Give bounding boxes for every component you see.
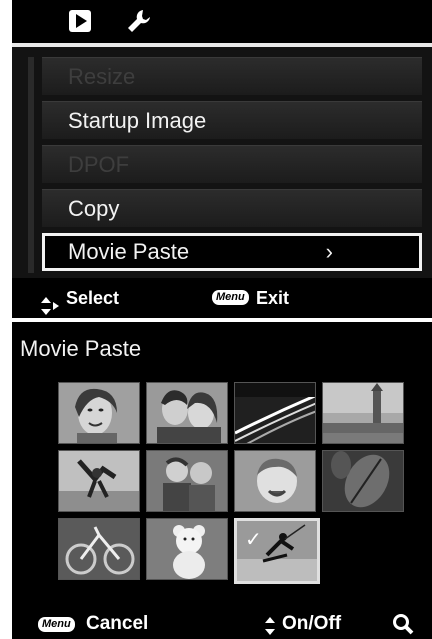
menu-item-startup-image[interactable]: Startup Image (42, 101, 422, 139)
paste-hint-bar: Menu Cancel On/Off (12, 609, 432, 639)
chevron-right-icon: › (325, 239, 333, 264)
thumbnail-bicycle[interactable] (58, 518, 140, 580)
movie-paste-screen: Movie Paste ✓ Menu Cancel On/Off (12, 322, 432, 639)
onoff-hint: On/Off (282, 613, 342, 634)
thumbnail-night-highway[interactable] (234, 382, 316, 444)
thumbnail-couple[interactable] (146, 382, 228, 444)
menu-item-label: DPOF (68, 152, 130, 177)
thumbnail-leaves[interactable] (322, 450, 404, 512)
page-title: Movie Paste (20, 336, 142, 361)
thumbnail-kite-surfer-selected[interactable]: ✓ (234, 518, 320, 584)
thumbnail-woman-portrait[interactable] (58, 382, 140, 444)
play-icon[interactable] (68, 9, 92, 38)
zoom-magnifier-icon[interactable] (392, 613, 414, 639)
menu-hint-bar: Select Menu Exit (12, 278, 432, 318)
thumbnail-two-children[interactable] (146, 450, 228, 512)
exit-hint: Exit (256, 288, 290, 308)
menu-item-label: Movie Paste (68, 239, 190, 264)
thumbnail-big-ben[interactable] (322, 382, 404, 444)
menu-item-label: Startup Image (68, 108, 207, 133)
updown-arrow-icon (264, 615, 276, 639)
cancel-hint: Cancel (86, 613, 149, 634)
menu-item-movie-paste[interactable]: Movie Paste › (42, 233, 422, 271)
thumbnail-beach-jump[interactable] (58, 450, 140, 512)
menu-item-resize: Resize (42, 57, 422, 95)
wrench-icon[interactable] (126, 8, 152, 39)
menu-button-badge: Menu (212, 290, 249, 305)
menu-tab-bar (12, 0, 432, 44)
menu-item-copy[interactable]: Copy (42, 189, 422, 227)
select-hint: Select (66, 288, 120, 308)
menu-item-label: Resize (68, 64, 136, 89)
menu-button-badge: Menu (38, 617, 75, 632)
menu-item-dpof: DPOF (42, 145, 422, 183)
scrollbar[interactable] (28, 57, 34, 273)
check-mark-icon: ✓ (245, 529, 262, 551)
thumbnail-teddy-bear[interactable] (146, 518, 228, 580)
thumbnail-crying-baby[interactable] (234, 450, 316, 512)
menu-list: Resize Startup Image DPOF Copy Movie Pas… (12, 47, 432, 278)
camera-menu-screen: Resize Startup Image DPOF Copy Movie Pas… (12, 0, 432, 318)
menu-item-label: Copy (68, 196, 120, 221)
